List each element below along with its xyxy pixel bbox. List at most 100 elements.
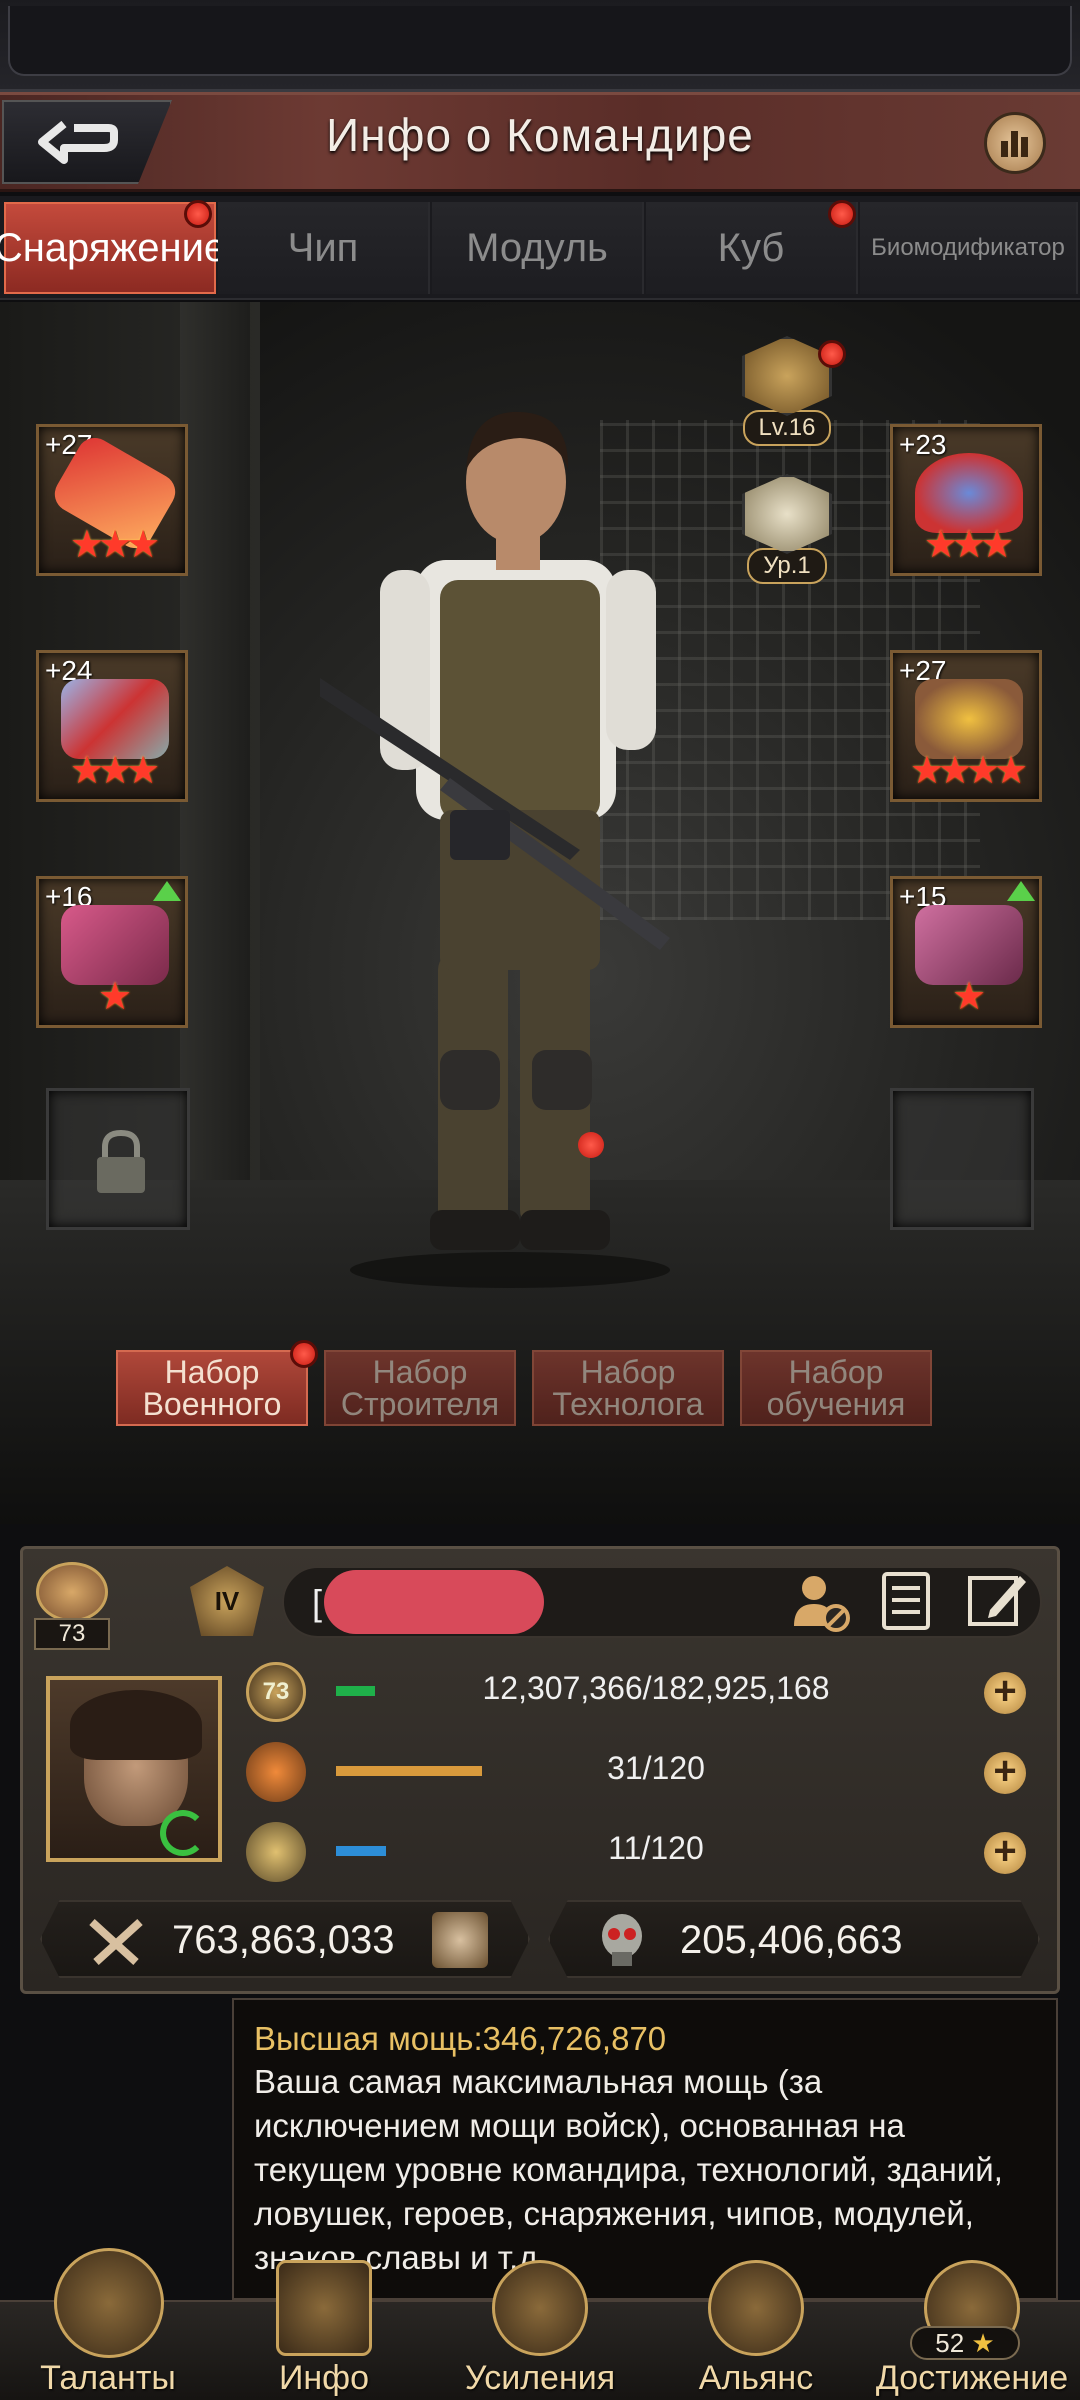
set-label: Набор обучения: [766, 1354, 906, 1422]
rank-star-icon: [742, 474, 832, 554]
nav-label: Таланты: [40, 2359, 176, 2397]
set-notification-dot: [290, 1340, 318, 1368]
energy-icon: [246, 1822, 306, 1882]
edit-pencil-icon[interactable]: [964, 1566, 1030, 1632]
tab-label: Модуль: [466, 225, 608, 270]
boots-icon: [915, 905, 1023, 985]
boosts-icon: [492, 2260, 588, 2356]
tab-biomodifier[interactable]: Биомодификатор: [860, 202, 1078, 294]
rank-badge[interactable]: Ур.1: [732, 474, 842, 584]
slot-stars: ★★★: [69, 524, 160, 566]
nav-label: Альянс: [698, 2359, 814, 2397]
power-history-icon[interactable]: [432, 1912, 488, 1968]
scene-notification-dot: [578, 1132, 604, 1158]
stamina-row: 31/120 +: [246, 1740, 1036, 1804]
set-label: Набор Технолога: [552, 1354, 704, 1422]
like-widget[interactable]: 73: [34, 1562, 110, 1652]
skull-mask-icon: [602, 1914, 642, 1966]
nav-info[interactable]: Инфо: [216, 2260, 432, 2400]
achievement-count: 52: [935, 2328, 965, 2358]
nav-achievements[interactable]: 52 ★ Достижение: [864, 2260, 1080, 2400]
nav-label: Усиления: [464, 2359, 616, 2397]
equipment-slot-armor[interactable]: +16 ★: [36, 876, 188, 1028]
commander-avatar[interactable]: [46, 1676, 222, 1862]
achievement-count-pill: 52 ★: [910, 2326, 1020, 2360]
nav-talents[interactable]: Таланты: [0, 2248, 216, 2400]
bar-chart-icon: [1001, 131, 1028, 157]
energy-add-button[interactable]: +: [984, 1831, 1026, 1874]
power-value: 763,863,033: [172, 1918, 395, 1962]
equipment-slot-weapon[interactable]: +27 ★★★: [36, 424, 188, 576]
tab-cube[interactable]: Куб: [646, 202, 858, 294]
equipment-slot-locked[interactable]: [46, 1088, 190, 1230]
equipment-slot-boots[interactable]: +15 ★: [890, 876, 1042, 1028]
tab-chip[interactable]: Чип: [218, 202, 430, 294]
commander-figure[interactable]: [320, 390, 740, 1290]
redacted-name: [324, 1570, 544, 1634]
tooltip-body: Ваша самая максимальная мощь (за исключе…: [254, 2063, 1003, 2276]
stamina-add-button[interactable]: +: [984, 1751, 1026, 1794]
power-box[interactable]: 763,863,033: [40, 1900, 530, 1978]
level-notification-dot: [818, 340, 846, 368]
name-prefix: [: [312, 1582, 323, 1623]
slot-stars: ★★★★: [909, 750, 1028, 792]
equipment-slot-empty[interactable]: [890, 1088, 1034, 1230]
swap-avatar-icon[interactable]: [160, 1810, 206, 1856]
exp-text: 12,307,366/182,925,168: [482, 1670, 830, 1706]
tab-module[interactable]: Модуль: [432, 202, 644, 294]
set-label: Набор Строителя: [340, 1354, 500, 1422]
equipment-slot-gloves[interactable]: +27 ★★★★: [890, 650, 1042, 802]
page-title: Инфо о Командире: [326, 109, 754, 161]
stamina-icon: [246, 1742, 306, 1802]
nav-alliance[interactable]: Альянс: [648, 2260, 864, 2400]
armor-icon: [61, 905, 169, 985]
vip-level: IV: [214, 1585, 240, 1616]
document-list-icon[interactable]: [878, 1570, 938, 1634]
slot-level: +23: [899, 429, 947, 460]
kills-value: 205,406,663: [680, 1918, 903, 1962]
thumbs-up-icon: [36, 1562, 108, 1622]
tab-label: Чип: [287, 225, 359, 270]
gloves-icon: [915, 679, 1023, 759]
top-strip: [0, 0, 1080, 92]
stamina-text: 31/120: [607, 1750, 705, 1786]
tab-bar: Снаряжение Чип Модуль Куб Биомодификатор: [0, 196, 1080, 300]
alliance-swords-icon: [708, 2260, 804, 2356]
equipment-slot-helmet[interactable]: +23 ★★★: [890, 424, 1042, 576]
energy-row: 11/120 +: [246, 1820, 1036, 1884]
slot-stars: ★★★: [69, 750, 160, 792]
max-power-tooltip: Высшая мощь:346,726,870 Ваша самая макси…: [232, 1998, 1058, 2300]
stats-button[interactable]: [984, 112, 1046, 174]
chest-plate-icon: [61, 679, 169, 759]
exp-row: 73 12,307,366/182,925,168 +: [246, 1660, 1036, 1724]
slot-stars: ★: [97, 976, 132, 1018]
equipment-slot-chest[interactable]: +24 ★★★: [36, 650, 188, 802]
star-icon: ★: [971, 2328, 995, 2358]
tab-equipment-notification-dot: [184, 200, 212, 228]
nav-boosts[interactable]: Усиления: [432, 2260, 648, 2400]
set-training-button[interactable]: Набор обучения: [740, 1350, 932, 1426]
set-builder-button[interactable]: Набор Строителя: [324, 1350, 516, 1426]
like-count: 73: [34, 1618, 110, 1650]
scene-pillar: [180, 302, 250, 1302]
set-military-button[interactable]: Набор Военного: [116, 1350, 308, 1426]
commander-level-number: 73: [262, 1678, 290, 1705]
slot-stars: ★★★: [923, 524, 1014, 566]
tab-label: Снаряжение: [0, 225, 227, 270]
energy-fill: [336, 1846, 387, 1856]
tab-label: Куб: [717, 225, 785, 270]
crossed-guns-icon: [89, 1919, 143, 1965]
info-badge-icon: [276, 2260, 372, 2356]
set-technologist-button[interactable]: Набор Технолога: [532, 1350, 724, 1426]
slot-stars: ★: [951, 976, 986, 1018]
nav-label: Инфо: [278, 2359, 370, 2397]
set-label: Набор Военного: [142, 1354, 282, 1422]
user-block-icon[interactable]: [788, 1570, 852, 1634]
exp-add-button[interactable]: +: [984, 1671, 1026, 1714]
tab-cube-notification-dot: [828, 200, 856, 228]
tab-label: Биомодификатор: [871, 234, 1065, 261]
talents-wings-icon: [54, 2248, 164, 2358]
nav-label: Достижение: [875, 2359, 1069, 2397]
kills-box[interactable]: 205,406,663: [548, 1900, 1040, 1978]
upgrade-arrow-icon: [153, 881, 181, 901]
